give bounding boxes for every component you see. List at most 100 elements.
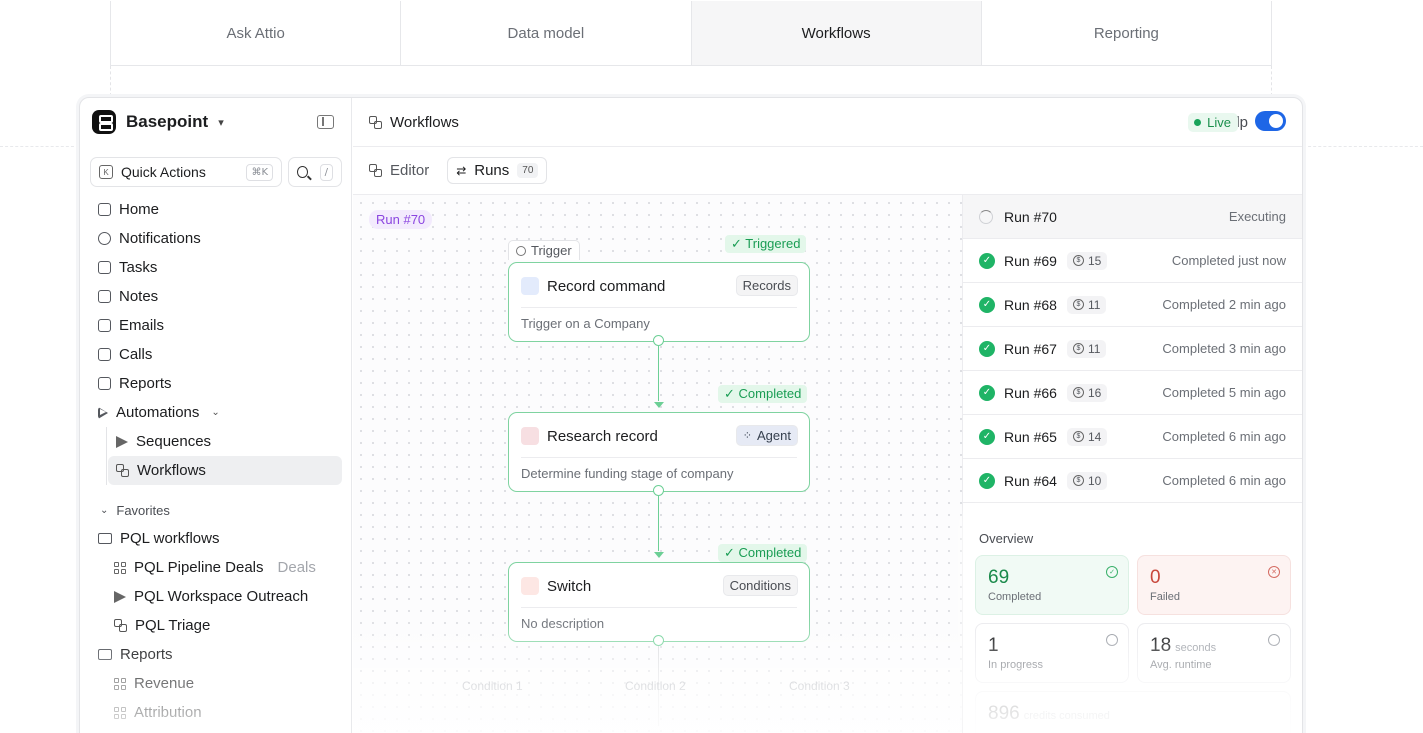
check-circle-icon: ✓	[979, 384, 995, 401]
chevron-down-icon: ⌄	[211, 407, 220, 418]
credits-badge: $11	[1066, 339, 1107, 358]
favorite-item[interactable]: Attribution	[90, 698, 342, 727]
live-toggle[interactable]	[1255, 111, 1286, 131]
grid-icon	[114, 561, 126, 574]
run-status: Completed just now	[1171, 253, 1286, 268]
workflow-node-research[interactable]: Research record ⁘ Agent Determine fundin…	[508, 412, 810, 492]
run-status: Completed 5 min ago	[1162, 385, 1286, 400]
editor-label: Editor	[390, 162, 430, 179]
workflow-node-trigger[interactable]: Record command Records Trigger on a Comp…	[508, 262, 810, 342]
chevron-down-icon: ▾	[218, 116, 224, 129]
favorites-header[interactable]: ⌄ Favorites	[90, 496, 342, 524]
run-row[interactable]: ✓ Run #66 $16 Completed 5 min ago	[963, 371, 1302, 415]
sidebar-item-home[interactable]: Home	[90, 195, 342, 224]
editor-tab[interactable]: Editor	[369, 157, 435, 184]
sidebar-item-notifications[interactable]: Notifications	[90, 224, 342, 253]
check-circle-icon: ✓	[979, 252, 995, 269]
coin-icon: $	[1072, 431, 1084, 442]
runs-tab[interactable]: ⇄ Runs 70	[447, 157, 548, 184]
node-port[interactable]	[653, 635, 664, 646]
credits-value: 11	[1087, 297, 1101, 312]
workspace-switcher[interactable]: Basepoint ▾	[92, 110, 224, 134]
credits-value: 15	[1087, 253, 1102, 268]
stat-card-credits: 896 credits consumed	[975, 691, 1291, 733]
sidebar-item-tasks[interactable]: Tasks	[90, 253, 342, 282]
node-port[interactable]	[653, 485, 664, 496]
run-row[interactable]: ✓ Run #67 $11 Completed 3 min ago	[963, 327, 1302, 371]
node-description: Determine funding stage of company	[521, 466, 734, 481]
search-button[interactable]: /	[288, 157, 342, 187]
sidebar-item-calls[interactable]: Calls	[90, 340, 342, 369]
coin-icon: $	[1072, 343, 1084, 354]
credits-badge: $15	[1066, 251, 1108, 270]
folder-icon	[98, 533, 112, 544]
run-row[interactable]: ✓ Run #64 $10 Completed 6 min ago	[963, 459, 1302, 503]
runs-count-badge: 70	[517, 163, 539, 178]
sidebar-item-automations[interactable]: Automations ⌄	[90, 398, 342, 427]
run-row[interactable]: ✓ Run #69 $15 Completed just now	[963, 239, 1302, 283]
sidebar-item-workflows[interactable]: Workflows	[108, 456, 342, 485]
quick-actions-button[interactable]: K Quick Actions ⌘K	[90, 157, 282, 187]
favorite-folder[interactable]: Reports	[90, 640, 342, 669]
run-status: Completed 6 min ago	[1162, 429, 1286, 444]
workspace-name: Basepoint	[126, 112, 209, 131]
main-panel: Workflows ? Help Editor ⇄ Runs 70 Live R…	[353, 98, 1302, 733]
node-title-row: Research record	[521, 427, 658, 445]
run-name: Run #70	[1004, 208, 1057, 225]
x-circle-icon: ✕	[1268, 566, 1280, 578]
agent-label: Agent	[757, 428, 791, 443]
app-window: Basepoint ▾ K Quick Actions ⌘K / Home No…	[79, 97, 1303, 733]
credits-badge: $11	[1066, 295, 1107, 314]
node-title: Research record	[547, 427, 658, 445]
runs-icon: ⇄	[456, 163, 467, 178]
page-title: Workflows	[390, 113, 459, 131]
run-name: Run #67	[1004, 340, 1057, 357]
guide-line	[0, 146, 79, 147]
run-tag: Run #70	[369, 210, 433, 229]
node-port[interactable]	[653, 335, 664, 346]
command-icon: K	[99, 165, 113, 179]
arrow-icon	[654, 552, 664, 558]
node-title: Switch	[547, 577, 592, 595]
video-icon	[98, 348, 111, 361]
run-row[interactable]: ✓ Run #65 $14 Completed 6 min ago	[963, 415, 1302, 459]
run-row[interactable]: ✓ Run #68 $11 Completed 2 min ago	[963, 283, 1302, 327]
run-name: Run #64	[1004, 472, 1057, 489]
status-text: Triggered	[745, 236, 801, 251]
run-name: Run #65	[1004, 428, 1057, 445]
status-dot-icon	[1194, 119, 1202, 126]
favorite-item[interactable]: PQL Triage	[90, 611, 342, 640]
workflow-node-switch[interactable]: Switch Conditions No description	[508, 562, 810, 642]
grid-icon	[114, 677, 126, 690]
favorite-item[interactable]: Revenue	[90, 669, 342, 698]
node-description: Trigger on a Company	[521, 316, 650, 331]
favorite-item[interactable]: PQL Workspace Outreach	[90, 582, 342, 611]
sidebar-item-notes[interactable]: Notes	[90, 282, 342, 311]
condition-label: Condition 2	[625, 679, 686, 693]
play-icon	[98, 406, 108, 419]
favorite-item[interactable]: PQL Pipeline Deals Deals	[90, 553, 342, 582]
run-name: Run #68	[1004, 296, 1057, 313]
tab-ask-attio[interactable]: Ask Attio	[111, 1, 402, 65]
coin-icon: $	[1072, 475, 1084, 486]
node-title: Record command	[547, 277, 666, 295]
favorite-folder[interactable]: PQL workflows	[90, 524, 342, 553]
folder-label: PQL workflows	[120, 530, 220, 547]
workflow-toolbar: Editor ⇄ Runs 70	[353, 147, 1302, 195]
sidebar-item-emails[interactable]: Emails	[90, 311, 342, 340]
stat-card-completed: 69 Completed ✓	[975, 555, 1129, 615]
sidebar-toggle-icon[interactable]	[317, 115, 334, 129]
overview-panel: Overview 69 Completed ✓ 0 Failed ✕ 1 In …	[963, 520, 1302, 733]
node-title-row: Record command	[521, 277, 665, 295]
run-row[interactable]: Run #70 Executing	[963, 195, 1302, 239]
sidebar-item-sequences[interactable]: Sequences	[108, 427, 342, 456]
tab-reporting[interactable]: Reporting	[982, 1, 1271, 65]
workflow-canvas[interactable]: Run #70 Trigger ✓ Triggered Record comma…	[353, 195, 962, 733]
sidebar-item-reports[interactable]: Reports	[90, 369, 342, 398]
bell-icon	[98, 232, 111, 245]
workspace-logo-icon	[92, 110, 116, 134]
automations-submenu: Sequences Workflows	[106, 427, 342, 485]
tab-workflows[interactable]: Workflows	[691, 1, 982, 65]
tab-data-model[interactable]: Data model	[401, 1, 692, 65]
quick-actions-label: Quick Actions	[121, 164, 206, 180]
